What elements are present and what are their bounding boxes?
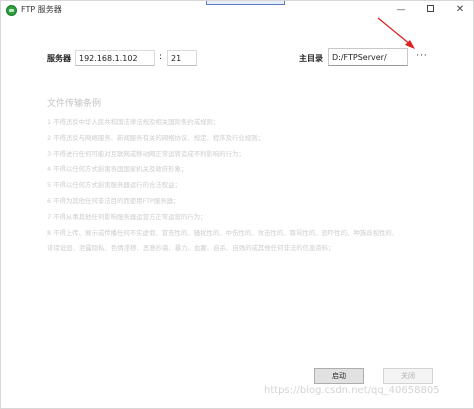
term-item: 1 不得违反中华人民共和国法律法规及相关国际条约或规则； bbox=[47, 118, 220, 126]
term-item: 6 不得为其他任何非法目的而使用FTP服务器； bbox=[47, 196, 180, 205]
server-port-input[interactable] bbox=[167, 50, 197, 66]
term-item: 5 不得以任何方式损害服务器运行的合法权益； bbox=[47, 181, 181, 190]
root-dir-label: 主目录 bbox=[299, 54, 323, 63]
ftp-app-icon bbox=[6, 5, 17, 16]
start-button[interactable]: 启动 bbox=[314, 368, 364, 384]
stop-button[interactable]: 关闭 bbox=[383, 368, 433, 384]
maximize-icon bbox=[426, 5, 434, 12]
term-item: 3 不得进行任何可能对互联网或移动网正常运转造成不利影响的行为； bbox=[47, 149, 245, 158]
term-item: 4 不得以任何方式损害各国国家机关及政府形象； bbox=[47, 165, 188, 174]
term-item: 8 不得上传、展示或传播任何不实虚假、冒充性的、骚扰性的、中伤性的、攻击性的、辱… bbox=[47, 228, 399, 237]
title-focus-marker bbox=[206, 1, 285, 5]
minimize-button[interactable]: — bbox=[393, 3, 409, 17]
ftp-server-window: FTP 服务器 — ✕ 服务器 : 主目录 ··· 文件传输条例 1 不得违反中… bbox=[0, 0, 474, 409]
ip-port-separator: : bbox=[159, 52, 163, 62]
watermark-text: https://blog.csdn.net/qq_40658805 bbox=[264, 385, 440, 396]
title-bar[interactable]: FTP 服务器 — ✕ bbox=[1, 1, 473, 20]
server-ip-input[interactable] bbox=[75, 50, 155, 66]
window-title: FTP 服务器 bbox=[21, 5, 62, 14]
terms-title: 文件传输条例 bbox=[47, 99, 102, 109]
server-label: 服务器 bbox=[47, 54, 71, 63]
browse-button[interactable]: ··· bbox=[414, 51, 430, 63]
terms-panel: 文件传输条例 1 不得违反中华人民共和国法律法规及相关国际条约或规则； 2 不得… bbox=[47, 96, 447, 257]
root-dir-input[interactable] bbox=[328, 48, 408, 66]
close-button[interactable]: ✕ bbox=[452, 3, 468, 17]
term-item: 2 不得违反与网络服务、新闻服务有关的网络协议、规定、程序及行业规则； bbox=[47, 133, 264, 142]
maximize-button[interactable] bbox=[422, 3, 438, 17]
term-item: 7 不得从事其他任何影响服务器运营方正常运营的行为； bbox=[47, 212, 207, 221]
term-item: 诽谤诋毁、泄露隐私、色情淫秽、恶意抄袭、暴力、血腥、自杀、自残的或其他任何非法的… bbox=[47, 244, 335, 253]
